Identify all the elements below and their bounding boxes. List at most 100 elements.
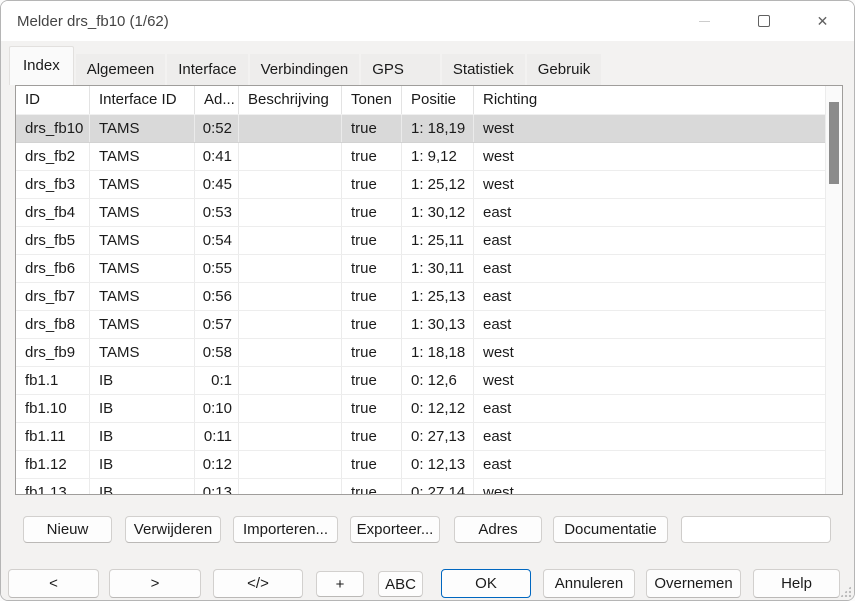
cell-beschrijving [239, 423, 342, 450]
cell-richting: east [474, 311, 826, 338]
cell-richting: west [474, 115, 826, 142]
cell-tonen: true [342, 227, 402, 254]
table-row[interactable]: drs_fb2 TAMS 0:41 true 1: 9,12 west [16, 143, 826, 171]
cell-beschrijving [239, 171, 342, 198]
cell-id: fb1.1 [16, 367, 90, 394]
code-button[interactable]: </> [213, 569, 303, 598]
cell-adres: 0:52 [195, 115, 239, 142]
cell-id: drs_fb7 [16, 283, 90, 310]
annuleren-button[interactable]: Annuleren [543, 569, 635, 598]
scrollbar-thumb[interactable] [829, 102, 839, 184]
table-row[interactable]: drs_fb8 TAMS 0:57 true 1: 30,13 east [16, 311, 826, 339]
table-row[interactable]: drs_fb5 TAMS 0:54 true 1: 25,11 east [16, 227, 826, 255]
vertical-scrollbar[interactable] [825, 86, 842, 494]
minimize-button[interactable] [675, 1, 734, 41]
verwijderen-button[interactable]: Verwijderen [125, 516, 221, 543]
help-button[interactable]: Help [753, 569, 840, 598]
table-row[interactable]: drs_fb6 TAMS 0:55 true 1: 30,11 east [16, 255, 826, 283]
exporteer-button[interactable]: Exporteer... [350, 516, 440, 543]
cell-adres: 0:58 [195, 339, 239, 366]
next-button[interactable]: > [109, 569, 201, 598]
table-row[interactable]: fb1.11 IB 0:11 true 0: 27,13 east [16, 423, 826, 451]
cell-adres: 0:41 [195, 143, 239, 170]
close-button[interactable]: ✕ [793, 1, 852, 41]
cell-interface-id: TAMS [90, 311, 195, 338]
tab-algemeen[interactable]: Algemeen [76, 54, 166, 85]
table-row[interactable]: drs_fb10 TAMS 0:52 true 1: 18,19 west [16, 115, 826, 143]
column-header-positie[interactable]: Positie [402, 86, 474, 114]
cell-positie: 0: 12,13 [402, 451, 474, 478]
column-header-richting[interactable]: Richting [474, 86, 826, 114]
column-header-interface-id[interactable]: Interface ID [90, 86, 195, 114]
adres-button[interactable]: Adres [454, 516, 542, 543]
cell-adres: 0:56 [195, 283, 239, 310]
cell-beschrijving [239, 255, 342, 282]
cell-interface-id: TAMS [90, 199, 195, 226]
cell-richting: east [474, 283, 826, 310]
table-row[interactable]: drs_fb9 TAMS 0:58 true 1: 18,18 west [16, 339, 826, 367]
plus-button[interactable]: + [316, 571, 364, 597]
tab-verbindingen[interactable]: Verbindingen [250, 54, 360, 85]
table-row[interactable]: fb1.1 IB 0:1 true 0: 12,6 west [16, 367, 826, 395]
cell-adres: 0:10 [195, 395, 239, 422]
cell-positie: 0: 27,14 [402, 479, 474, 494]
cell-positie: 1: 18,18 [402, 339, 474, 366]
cell-interface-id: TAMS [90, 143, 195, 170]
column-header-id[interactable]: ID [16, 86, 90, 114]
cell-positie: 1: 25,13 [402, 283, 474, 310]
tab-statistiek[interactable]: Statistiek [442, 54, 525, 85]
cell-positie: 0: 12,6 [402, 367, 474, 394]
overnemen-button[interactable]: Overnemen [646, 569, 741, 598]
column-header-adres[interactable]: Ad... [195, 86, 239, 114]
cell-adres: 0:11 [195, 423, 239, 450]
tab-index[interactable]: Index [9, 46, 74, 85]
nieuw-button[interactable]: Nieuw [23, 516, 112, 543]
cell-tonen: true [342, 199, 402, 226]
prev-button[interactable]: < [8, 569, 99, 598]
maximize-button[interactable] [734, 1, 793, 41]
tab-interface[interactable]: Interface [167, 54, 247, 85]
cell-tonen: true [342, 367, 402, 394]
cell-beschrijving [239, 451, 342, 478]
cell-tonen: true [342, 423, 402, 450]
column-header-beschrijving[interactable]: Beschrijving [239, 86, 342, 114]
table-row[interactable]: drs_fb7 TAMS 0:56 true 1: 25,13 east [16, 283, 826, 311]
cell-richting: east [474, 227, 826, 254]
tab-gebruik[interactable]: Gebruik [527, 54, 602, 85]
cell-interface-id: IB [90, 479, 195, 494]
cell-id: fb1.13 [16, 479, 90, 494]
abc-button[interactable]: ABC [378, 571, 423, 597]
cell-id: fb1.10 [16, 395, 90, 422]
table-row[interactable]: fb1.13 IB 0:13 true 0: 27,14 west [16, 479, 826, 494]
table-row[interactable]: drs_fb4 TAMS 0:53 true 1: 30,12 east [16, 199, 826, 227]
filter-input[interactable] [681, 516, 831, 543]
close-icon: ✕ [817, 14, 829, 28]
documentatie-button[interactable]: Documentatie [553, 516, 668, 543]
importeren-button[interactable]: Importeren... [233, 516, 338, 543]
cell-positie: 1: 30,12 [402, 199, 474, 226]
tab-gps[interactable]: GPS [361, 54, 440, 85]
cell-beschrijving [239, 367, 342, 394]
cell-richting: west [474, 339, 826, 366]
cell-positie: 1: 9,12 [402, 143, 474, 170]
cell-id: fb1.11 [16, 423, 90, 450]
table-row[interactable]: fb1.10 IB 0:10 true 0: 12,12 east [16, 395, 826, 423]
column-header-tonen[interactable]: Tonen [342, 86, 402, 114]
table-row[interactable]: fb1.12 IB 0:12 true 0: 12,13 east [16, 451, 826, 479]
cell-richting: east [474, 395, 826, 422]
cell-id: drs_fb2 [16, 143, 90, 170]
cell-richting: east [474, 199, 826, 226]
cell-interface-id: IB [90, 395, 195, 422]
caption-controls: ✕ [675, 1, 852, 41]
cell-richting: west [474, 367, 826, 394]
resize-grip[interactable] [840, 586, 851, 597]
table-row[interactable]: drs_fb3 TAMS 0:45 true 1: 25,12 west [16, 171, 826, 199]
cell-beschrijving [239, 283, 342, 310]
cell-positie: 1: 30,13 [402, 311, 474, 338]
cell-adres: 0:45 [195, 171, 239, 198]
ok-button[interactable]: OK [441, 569, 531, 598]
cell-adres: 0:54 [195, 227, 239, 254]
melder-table: ID Interface ID Ad... Beschrijving Tonen… [15, 85, 843, 495]
cell-beschrijving [239, 339, 342, 366]
cell-positie: 1: 18,19 [402, 115, 474, 142]
